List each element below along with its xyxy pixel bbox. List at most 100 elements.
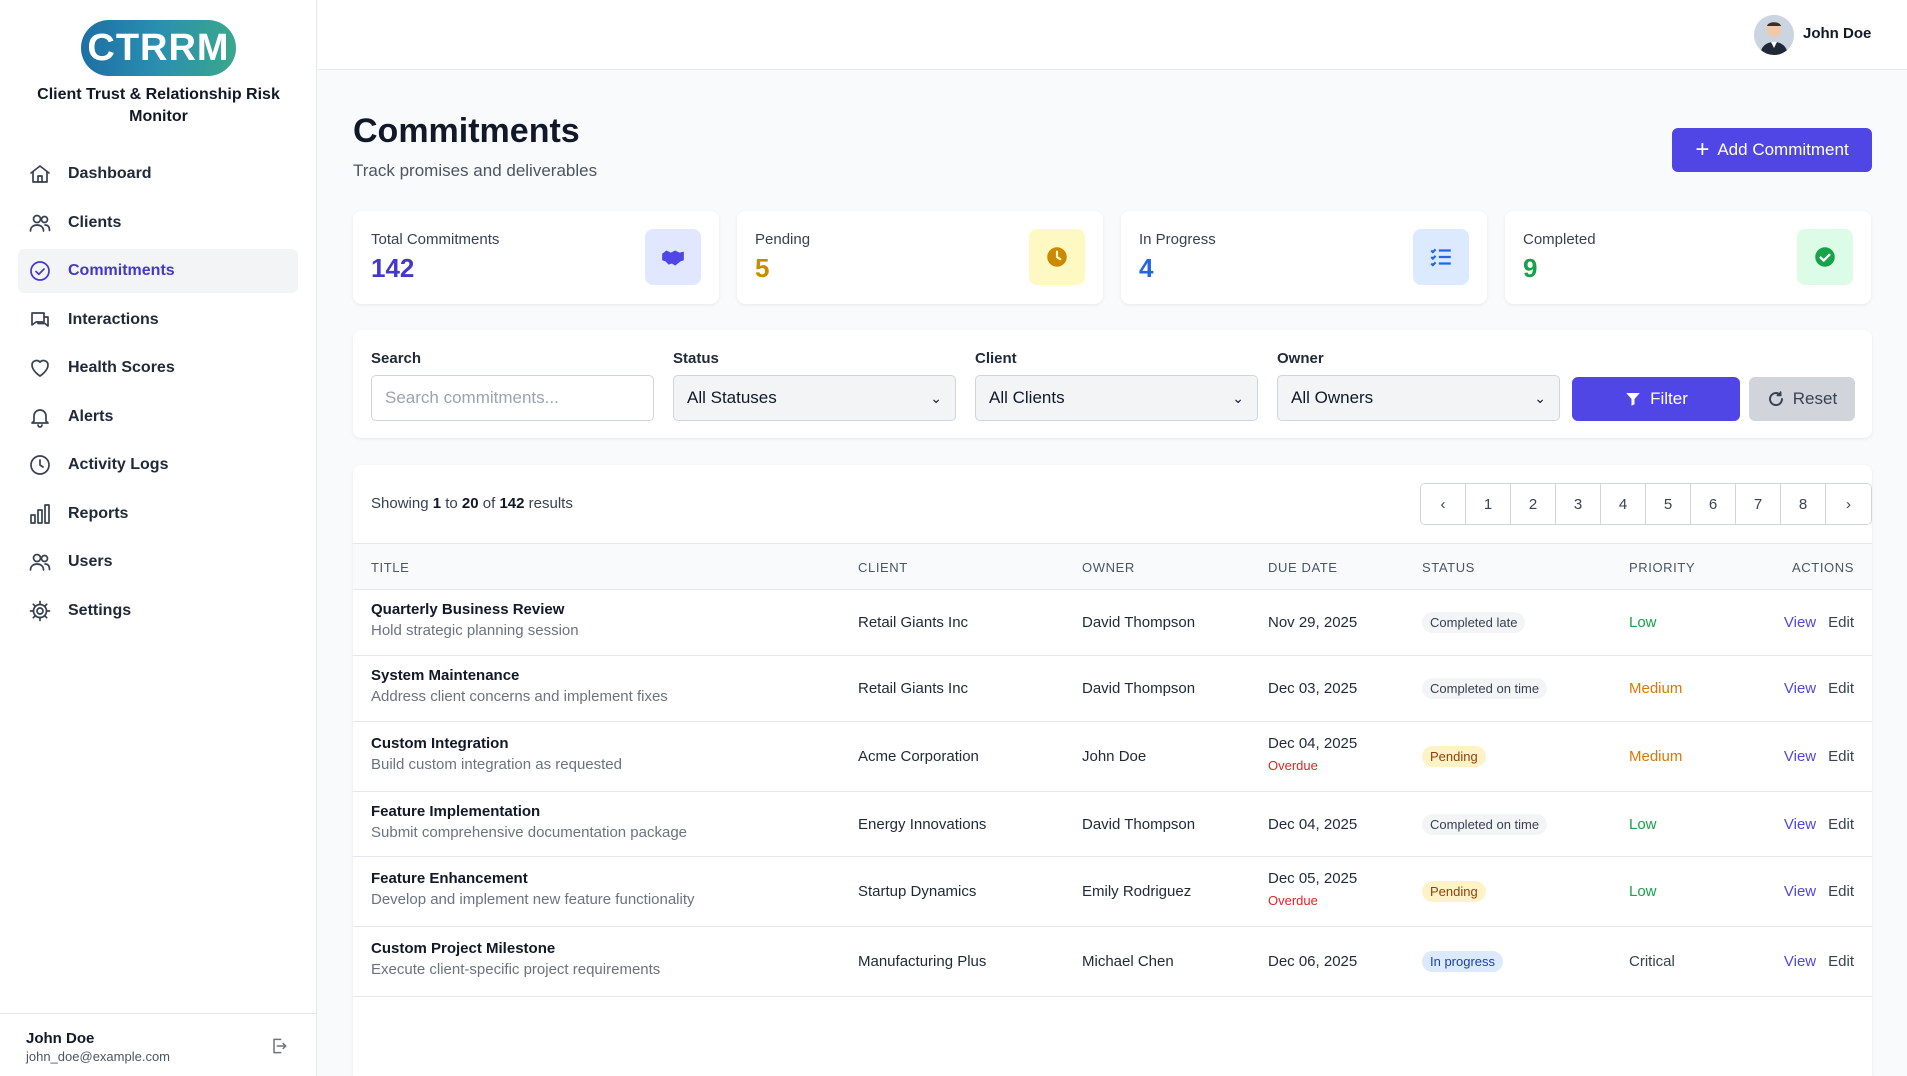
reset-button[interactable]: Reset — [1749, 377, 1855, 421]
home-icon — [30, 165, 50, 183]
view-link[interactable]: View — [1784, 953, 1816, 970]
table-header: TITLE CLIENT OWNER DUE DATE STATUS PRIOR… — [353, 543, 1872, 590]
search-input[interactable]: Search commitments... — [371, 375, 654, 421]
logout-icon[interactable] — [269, 1036, 289, 1056]
page-button-4[interactable]: 4 — [1601, 484, 1646, 524]
check-circle-icon — [30, 261, 50, 281]
edit-link[interactable]: Edit — [1828, 748, 1854, 765]
status-badge: In progress — [1422, 951, 1504, 972]
row-due-date: Dec 05, 2025 — [1268, 870, 1358, 887]
app-subtitle: Client Trust & Relationship Risk Monitor — [37, 86, 280, 125]
pagination: ‹ 1 2 3 4 5 6 7 8 › — [1420, 483, 1872, 525]
chevron-right-icon: › — [1846, 495, 1851, 513]
page-button-3[interactable]: 3 — [1556, 484, 1601, 524]
sidebar-item-users[interactable]: Users — [18, 540, 298, 584]
priority-label: Medium — [1629, 680, 1683, 697]
row-client: Retail Giants Inc — [858, 614, 969, 631]
status-select-value: All Statuses — [687, 388, 777, 407]
view-link[interactable]: View — [1784, 614, 1816, 631]
logo[interactable]: CTRRM — [0, 20, 317, 76]
sidebar-item-reports[interactable]: Reports — [18, 492, 298, 536]
priority-label: Low — [1629, 883, 1657, 900]
sidebar-item-dashboard[interactable]: Dashboard — [18, 152, 298, 196]
sidebar-user-name: John Doe — [26, 1030, 95, 1047]
funnel-icon — [1626, 393, 1640, 406]
edit-link[interactable]: Edit — [1828, 680, 1854, 697]
stat-label: In Progress — [1139, 231, 1216, 248]
sidebar-item-label: Clients — [68, 213, 122, 231]
status-badge: Pending — [1422, 881, 1486, 902]
status-badge: Completed on time — [1422, 678, 1548, 699]
sidebar-item-clients[interactable]: Clients — [18, 201, 298, 245]
header-user-name[interactable]: John Doe — [1803, 25, 1871, 42]
priority-label: Critical — [1629, 953, 1675, 970]
row-title[interactable]: Feature Enhancement — [371, 870, 695, 887]
chat-icon — [31, 311, 49, 327]
add-commitment-button[interactable]: + Add Commitment — [1672, 128, 1872, 172]
page-button-7[interactable]: 7 — [1736, 484, 1781, 524]
row-description: Develop and implement new feature functi… — [371, 891, 695, 908]
sidebar-item-label: Alerts — [68, 407, 114, 425]
client-select-value: All Clients — [989, 388, 1065, 407]
row-title[interactable]: System Maintenance — [371, 667, 668, 684]
row-title[interactable]: Quarterly Business Review — [371, 601, 579, 618]
edit-link[interactable]: Edit — [1828, 614, 1854, 631]
col-due-date[interactable]: DUE DATE — [1268, 560, 1338, 575]
edit-link[interactable]: Edit — [1828, 953, 1854, 970]
page-button-8[interactable]: 8 — [1781, 484, 1826, 524]
commitments-table: Showing 1 to 20 of 142 results ‹ 1 2 3 4 5 6 7 8… — [353, 465, 1872, 1076]
view-link[interactable]: View — [1784, 680, 1816, 697]
view-link[interactable]: View — [1784, 748, 1816, 765]
col-client[interactable]: CLIENT — [858, 560, 908, 575]
pagination-next[interactable]: › — [1826, 484, 1871, 524]
edit-link[interactable]: Edit — [1828, 883, 1854, 900]
row-owner: John Doe — [1082, 748, 1147, 765]
avatar[interactable] — [1754, 15, 1794, 55]
page-button-6[interactable]: 6 — [1691, 484, 1736, 524]
stat-value: 9 — [1523, 253, 1538, 283]
stat-label: Completed — [1523, 231, 1596, 248]
sidebar-item-commitments[interactable]: Commitments — [18, 249, 298, 293]
owner-select[interactable]: All Owners ⌄ — [1277, 375, 1560, 421]
sidebar-item-label: Users — [68, 553, 113, 570]
row-title[interactable]: Custom Integration — [371, 735, 622, 752]
col-status[interactable]: STATUS — [1422, 560, 1475, 575]
col-title[interactable]: TITLE — [371, 560, 409, 575]
view-link[interactable]: View — [1784, 816, 1816, 833]
sidebar-item-label: Health Scores — [68, 359, 175, 376]
row-owner: Michael Chen — [1082, 953, 1174, 970]
users-icon — [29, 553, 51, 571]
page-button-1[interactable]: 1 — [1466, 484, 1511, 524]
col-priority[interactable]: PRIORITY — [1629, 560, 1695, 575]
row-title[interactable]: Custom Project Milestone — [371, 940, 660, 957]
filter-button[interactable]: Filter — [1572, 377, 1740, 421]
sidebar-item-label: Interactions — [68, 310, 159, 328]
pagination-prev[interactable]: ‹ — [1421, 484, 1466, 524]
row-title[interactable]: Feature Implementation — [371, 803, 687, 820]
sidebar-item-interactions[interactable]: Interactions — [18, 298, 298, 342]
status-select[interactable]: All Statuses ⌄ — [673, 375, 956, 421]
chevron-left-icon: ‹ — [1440, 495, 1446, 513]
refresh-icon — [1768, 391, 1783, 406]
filter-panel: Search Search commitments... Status All … — [353, 330, 1872, 438]
sidebar-item-health-scores[interactable]: Health Scores — [18, 346, 298, 390]
edit-link[interactable]: Edit — [1828, 816, 1854, 833]
view-link[interactable]: View — [1784, 883, 1816, 900]
search-label: Search — [371, 350, 422, 367]
page-button-2[interactable]: 2 — [1511, 484, 1556, 524]
table-row: System Maintenance Address client concern… — [353, 656, 1872, 722]
row-client: Retail Giants Inc — [858, 680, 969, 697]
gear-icon — [29, 600, 51, 621]
sidebar-item-activity-logs[interactable]: Activity Logs — [18, 443, 298, 487]
stat-icon-box — [645, 229, 701, 285]
sidebar-item-settings[interactable]: Settings — [18, 589, 298, 633]
clock-icon — [30, 455, 50, 475]
handshake-icon — [662, 250, 684, 266]
sidebar-item-alerts[interactable]: Alerts — [18, 395, 298, 439]
stat-card-completed: Completed 9 — [1505, 211, 1871, 304]
stat-label: Total Commitments — [371, 231, 500, 248]
page-button-5[interactable]: 5 — [1646, 484, 1691, 524]
client-select[interactable]: All Clients ⌄ — [975, 375, 1258, 421]
avatar-image — [1754, 15, 1794, 55]
col-owner[interactable]: OWNER — [1082, 560, 1135, 575]
